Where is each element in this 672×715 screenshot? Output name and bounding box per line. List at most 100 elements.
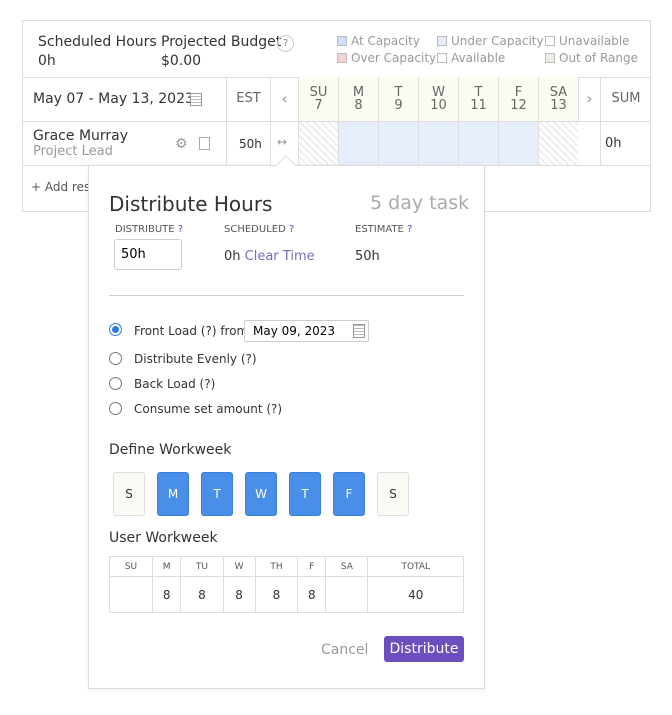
task-length: 5 day task	[370, 192, 470, 214]
consume-set-amount-label: Consume set amount (?)	[134, 402, 283, 416]
day-header: W 10	[418, 77, 458, 121]
day-cell[interactable]	[458, 122, 498, 165]
workweek-header: TU	[180, 556, 224, 577]
scheduled-hours-value: 0h	[38, 53, 56, 69]
workweek-day-toggle[interactable]: T	[289, 472, 321, 516]
day-cell[interactable]	[498, 122, 538, 165]
workweek-header: M	[151, 556, 182, 577]
legend-swatch	[337, 53, 347, 63]
legend-item: Out of Range	[545, 51, 638, 65]
distribute-button[interactable]: Distribute	[384, 636, 464, 662]
workweek-header: TH	[254, 556, 299, 577]
day-cell[interactable]	[538, 122, 578, 165]
day-number: 10	[430, 98, 447, 113]
day-header: M8	[338, 77, 378, 121]
legend-label: Out of Range	[559, 51, 638, 65]
projected-budget-label: Projected Budget	[161, 34, 282, 50]
workweek-day-toggle[interactable]: W	[245, 472, 277, 516]
workweek-day-toggle[interactable]: M	[157, 472, 189, 516]
sum-header: SUM	[600, 77, 651, 165]
workweek-header: SA	[325, 556, 369, 577]
projected-budget-value: $0.00	[161, 53, 202, 69]
distribute-input[interactable]	[114, 239, 182, 270]
calendar-icon[interactable]	[190, 93, 202, 106]
day-header: SU 7	[298, 77, 338, 121]
workweek-header: SU	[109, 556, 153, 577]
distribute-evenly-label: Distribute Evenly (?)	[134, 352, 257, 366]
member-role: Project Lead	[33, 144, 113, 159]
workweek-day-toggle[interactable]: T	[201, 472, 233, 516]
scheduled-hours-label: Scheduled Hours	[38, 34, 157, 50]
day-header: F 12	[498, 77, 538, 121]
date-range[interactable]: May 07 - May 13, 2023	[33, 91, 194, 107]
workweek-value: 40	[367, 576, 464, 613]
workweek-value	[325, 576, 369, 613]
workweek-value: 8	[297, 576, 327, 613]
legend-swatch	[437, 53, 447, 63]
gear-icon[interactable]: ⚙	[175, 136, 188, 152]
day-number: 13	[550, 98, 567, 113]
est-label: EST	[236, 91, 261, 106]
legend-swatch	[437, 36, 447, 46]
legend-swatch	[337, 36, 347, 46]
calendar-icon[interactable]	[353, 324, 365, 338]
day-number: 7	[314, 98, 323, 113]
day-header: T 11	[458, 77, 498, 121]
define-workweek-heading: Define Workweek	[109, 442, 232, 458]
cancel-button[interactable]: Cancel	[321, 642, 368, 658]
legend-label: Over Capacity	[351, 51, 437, 65]
scheduled-value: 0h	[224, 249, 241, 264]
day-cell[interactable]	[418, 122, 458, 165]
day-number: 9	[394, 98, 403, 113]
day-number: 12	[510, 98, 527, 113]
divider	[109, 295, 464, 296]
workweek-header: W	[222, 556, 256, 577]
popover-title: Distribute Hours	[109, 192, 273, 216]
estimate-label: ESTIMATE ?	[355, 224, 413, 235]
help-icon[interactable]: ?	[277, 35, 294, 52]
workweek-value: 8	[254, 576, 299, 613]
from-date-input[interactable]	[244, 320, 369, 342]
help-icon[interactable]: ?	[178, 224, 183, 235]
day-cell[interactable]	[298, 122, 338, 165]
member-est: 50h	[239, 137, 262, 151]
legend-swatch	[545, 36, 555, 46]
day-number: 11	[470, 98, 487, 113]
prev-week-button[interactable]: ‹	[270, 77, 298, 165]
sum-label: SUM	[611, 91, 641, 106]
workweek-header: F	[297, 556, 327, 577]
workweek-value: 8	[222, 576, 256, 613]
legend-label: Available	[451, 51, 506, 65]
help-icon[interactable]: ?	[407, 224, 412, 235]
distribute-label: DISTRIBUTE ?	[115, 224, 184, 235]
legend-label: Unavailable	[559, 34, 630, 48]
distribute-arrows-icon[interactable]: ↔	[277, 135, 287, 149]
consume-set-amount-radio[interactable]	[109, 402, 122, 415]
workweek-value: 8	[151, 576, 182, 613]
day-number: 8	[354, 98, 363, 113]
day-cell[interactable]	[338, 122, 378, 165]
legend-label: At Capacity	[351, 34, 420, 48]
front-load-radio[interactable]	[109, 323, 122, 336]
front-load-label: Front Load (?) from	[134, 324, 249, 338]
day-header: T9	[378, 77, 418, 121]
next-week-button[interactable]: ›	[578, 77, 600, 121]
workweek-day-toggle[interactable]: S	[113, 472, 145, 516]
workweek-header: TOTAL	[367, 556, 464, 577]
member-settings-icon[interactable]	[199, 137, 210, 150]
legend-item: Over Capacity	[337, 51, 436, 65]
back-load-label: Back Load (?)	[134, 377, 216, 391]
legend-item: Under Capacity	[437, 34, 544, 48]
estimate-value: 50h	[355, 249, 380, 264]
legend-swatch	[545, 53, 555, 63]
legend-item: At Capacity	[337, 34, 420, 48]
help-icon[interactable]: ?	[289, 224, 294, 235]
workweek-day-toggle[interactable]: F	[333, 472, 365, 516]
back-load-radio[interactable]	[109, 377, 122, 390]
workweek-day-toggle[interactable]: S	[377, 472, 409, 516]
distribute-evenly-radio[interactable]	[109, 352, 122, 365]
day-cell[interactable]	[378, 122, 418, 165]
day-header: SA 13	[538, 77, 578, 121]
clear-time-link[interactable]: Clear Time	[245, 249, 315, 264]
member-sum: 0h	[605, 136, 622, 151]
